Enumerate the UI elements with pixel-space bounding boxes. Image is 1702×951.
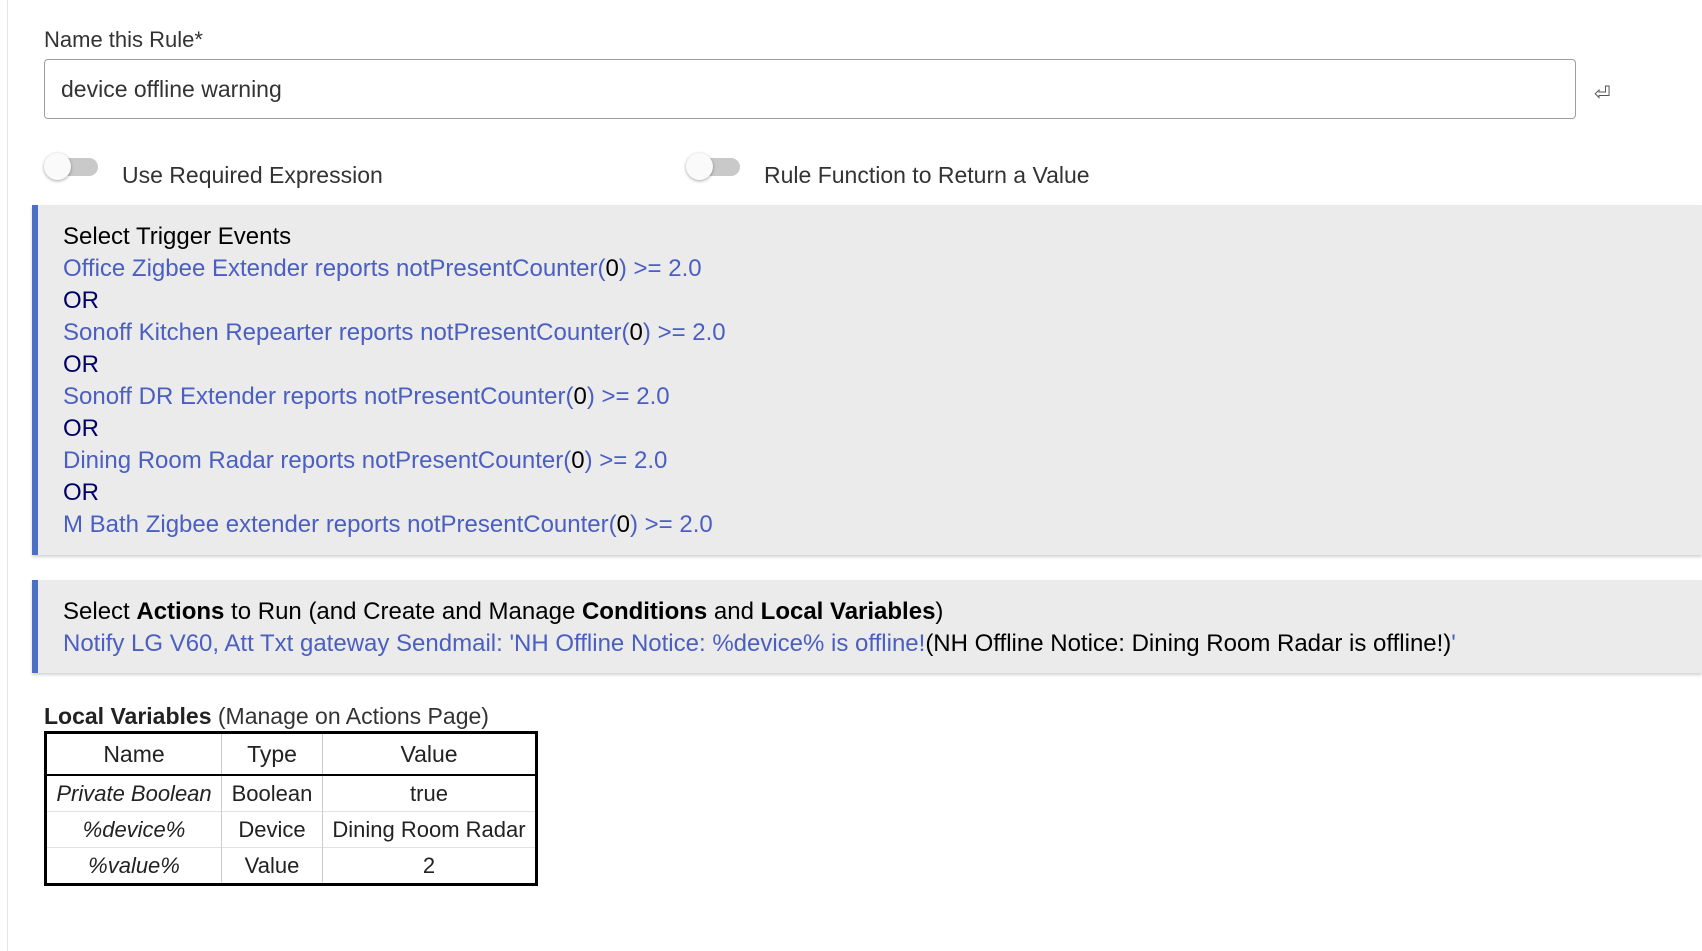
table-row: %value% Value 2 — [45, 847, 537, 885]
table-row: Private Boolean Boolean true — [45, 774, 537, 812]
variable-name: %value% — [45, 847, 222, 885]
action-preview: (NH Offline Notice: Dining Room Radar is… — [925, 630, 1452, 657]
actions-title-bold: Actions — [136, 598, 225, 625]
action-link[interactable]: Notify LG V60, Att Txt gateway Sendmail:… — [63, 630, 925, 657]
trigger-value: 0 — [605, 255, 619, 282]
trigger-value: 0 — [571, 447, 585, 474]
local-variables-title: Local Variables — [44, 703, 212, 729]
variable-value: Dining Room Radar — [322, 811, 537, 848]
local-variables-table: Name Type Value Private Boolean Boolean … — [44, 731, 538, 886]
table-row: %device% Device Dining Room Radar — [45, 811, 537, 848]
actions-section[interactable]: Select Actions to Run (and Create and Ma… — [32, 580, 1702, 673]
variable-name: Private Boolean — [45, 774, 222, 812]
variable-value: true — [322, 774, 537, 812]
actions-title-part: Select — [63, 598, 137, 625]
column-header-name: Name — [45, 732, 222, 776]
trigger-value: 0 — [616, 511, 630, 538]
actions-title-part: and — [707, 598, 761, 625]
trigger-item[interactable]: Sonoff DR Extender reports notPresentCou… — [63, 385, 670, 409]
trigger-item[interactable]: Dining Room Radar reports notPresentCoun… — [63, 449, 667, 473]
trigger-link[interactable]: Office Zigbee Extender reports notPresen… — [63, 255, 606, 282]
variable-value: 2 — [322, 847, 537, 885]
enter-icon[interactable]: ⏎ — [1594, 84, 1611, 104]
trigger-condition[interactable]: ) >= 2.0 — [587, 383, 670, 410]
or-separator: OR — [63, 351, 99, 378]
rule-name-input[interactable] — [44, 59, 1576, 119]
trigger-condition[interactable]: ) >= 2.0 — [585, 447, 668, 474]
variable-type: Value — [221, 847, 323, 885]
or-separator: OR — [63, 287, 99, 314]
table-header-row: Name Type Value — [45, 732, 537, 776]
or-separator: OR — [63, 479, 99, 506]
trigger-item[interactable]: M Bath Zigbee extender reports notPresen… — [63, 513, 713, 537]
trigger-item[interactable]: Office Zigbee Extender reports notPresen… — [63, 257, 702, 281]
trigger-condition[interactable]: ) >= 2.0 — [619, 255, 702, 282]
rule-name-label: Name this Rule* — [44, 27, 203, 52]
local-variables-subtitle: (Manage on Actions Page) — [211, 703, 489, 729]
conditions-title-bold: Conditions — [581, 598, 708, 625]
trigger-link[interactable]: M Bath Zigbee extender reports notPresen… — [63, 511, 617, 538]
variable-type: Boolean — [221, 774, 323, 812]
trigger-link[interactable]: Sonoff DR Extender reports notPresentCou… — [63, 383, 574, 410]
column-header-value: Value — [322, 732, 537, 776]
actions-title-part: to Run (and Create and Manage — [224, 598, 582, 625]
local-variables-title-bold: Local Variables — [760, 598, 936, 625]
trigger-value: 0 — [629, 319, 643, 346]
left-edge-divider — [7, 0, 8, 951]
trigger-events-title[interactable]: Select Trigger Events — [63, 225, 291, 249]
local-variables-heading: Local Variables (Manage on Actions Page) — [44, 703, 489, 730]
rule-editor-page: Name this Rule* ⏎ Use Required Expressio… — [0, 0, 1702, 951]
trigger-value: 0 — [573, 383, 587, 410]
action-item[interactable]: Notify LG V60, Att Txt gateway Sendmail:… — [63, 632, 1456, 656]
or-separator: OR — [63, 415, 99, 442]
trigger-link[interactable]: Dining Room Radar reports notPresentCoun… — [63, 447, 571, 474]
actions-title-part: ) — [935, 598, 944, 625]
trigger-condition[interactable]: ) >= 2.0 — [643, 319, 726, 346]
variable-name: %device% — [45, 811, 222, 848]
action-close-quote[interactable]: ' — [1451, 630, 1456, 657]
use-required-expression-toggle[interactable]: Use Required Expression — [44, 151, 404, 187]
toggle-knob — [686, 153, 713, 180]
rule-function-return-value-toggle[interactable]: Rule Function to Return a Value — [686, 151, 1106, 187]
trigger-events-section[interactable]: Select Trigger Events Office Zigbee Exte… — [32, 205, 1702, 555]
trigger-condition[interactable]: ) >= 2.0 — [630, 511, 713, 538]
rule-function-return-value-label: Rule Function to Return a Value — [764, 162, 1090, 188]
trigger-item[interactable]: Sonoff Kitchen Repearter reports notPres… — [63, 321, 726, 345]
toggle-knob — [44, 153, 71, 180]
column-header-type: Type — [221, 732, 323, 776]
variable-type: Device — [221, 811, 323, 848]
trigger-link[interactable]: Sonoff Kitchen Repearter reports notPres… — [63, 319, 630, 346]
actions-title[interactable]: Select Actions to Run (and Create and Ma… — [63, 600, 943, 624]
use-required-expression-label: Use Required Expression — [122, 162, 383, 188]
